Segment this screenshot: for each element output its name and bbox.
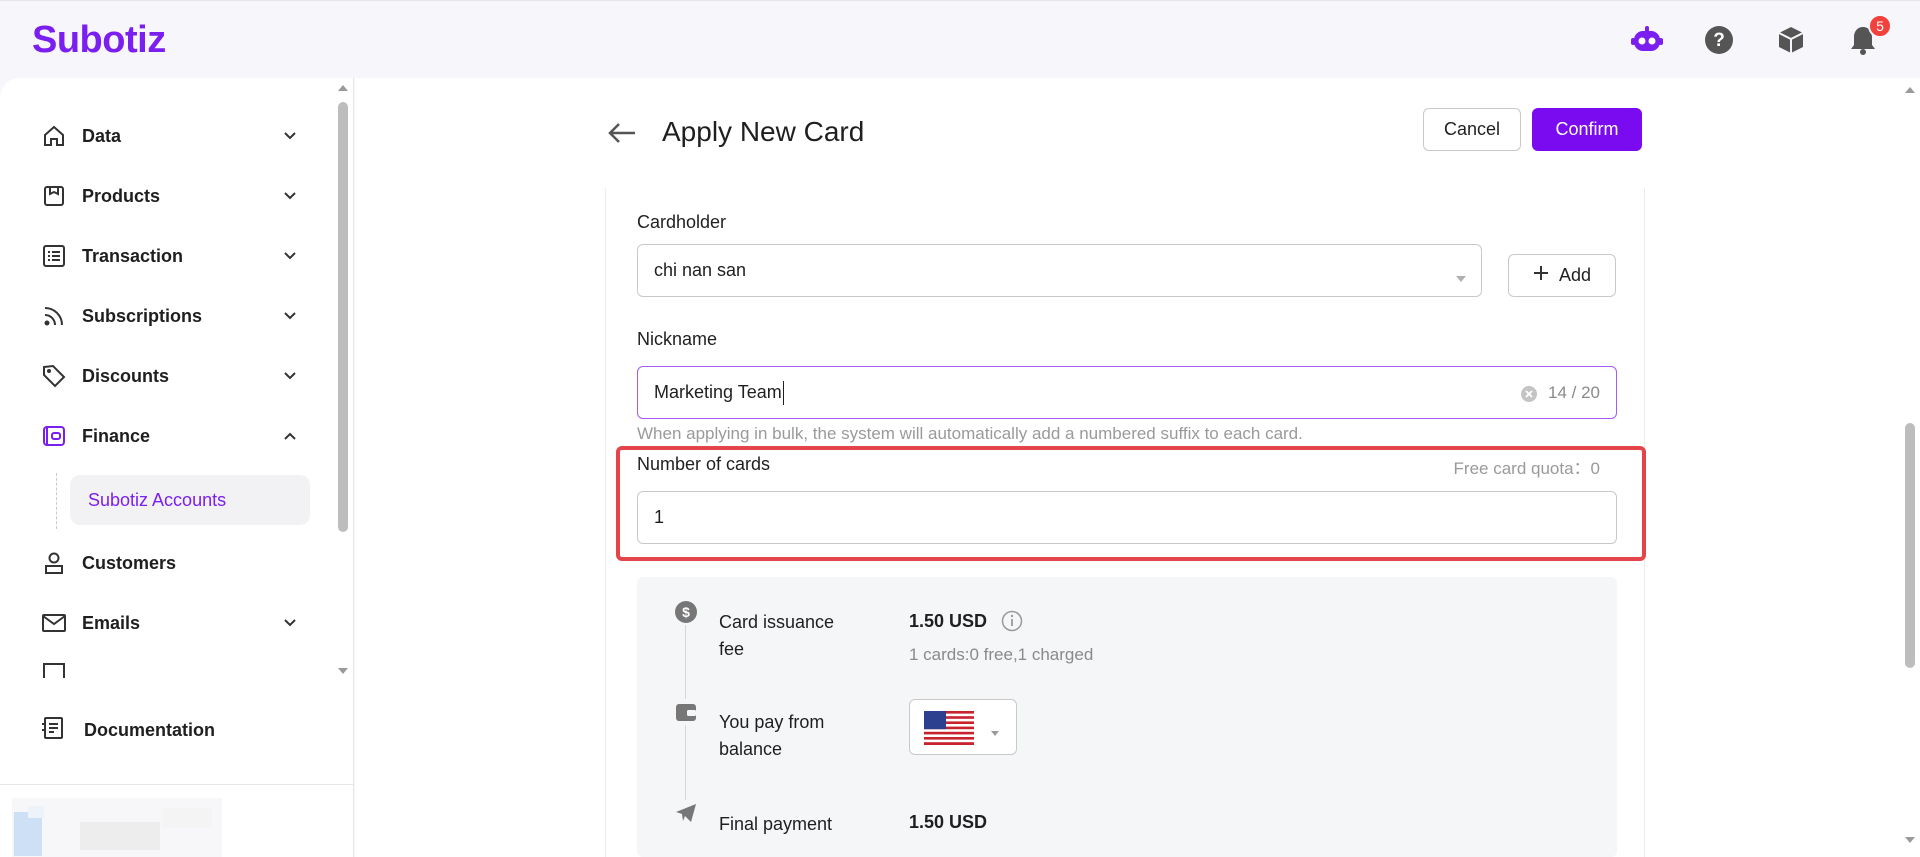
sidebar-item-data[interactable]: Data bbox=[40, 116, 300, 156]
calendar-icon bbox=[40, 663, 68, 678]
nickname-value: Marketing Team bbox=[654, 382, 782, 402]
fee-summary: $ Card issuance fee 1.50 USD 1 cards:0 f… bbox=[637, 577, 1617, 857]
main-scrollbar[interactable] bbox=[1900, 78, 1920, 857]
sidebar-divider bbox=[0, 784, 354, 785]
tree-connector bbox=[56, 473, 57, 529]
chevron-down-icon bbox=[280, 186, 300, 206]
plus-icon bbox=[1533, 265, 1549, 286]
sidebar-scroll-thumb[interactable] bbox=[338, 102, 348, 532]
rss-icon bbox=[40, 302, 68, 330]
sidebar-item-transaction[interactable]: Transaction bbox=[40, 236, 300, 276]
cardholder-label: Cardholder bbox=[637, 212, 727, 232]
free-card-quota: Free card quota：0 bbox=[1453, 459, 1600, 478]
app-logo[interactable]: Subotiz bbox=[32, 19, 166, 62]
chevron-down-icon bbox=[280, 126, 300, 146]
cardholder-select[interactable]: chi nan san bbox=[637, 244, 1482, 297]
caret-down-icon bbox=[990, 724, 1000, 742]
main-scroll-thumb[interactable] bbox=[1905, 423, 1915, 668]
bell-icon[interactable]: 5 bbox=[1846, 14, 1892, 57]
sidebar-item-label: Finance bbox=[82, 425, 151, 446]
header-actions: ? 5 bbox=[1630, 14, 1892, 57]
issuance-fee-value: 1.50 USD bbox=[909, 611, 988, 631]
sidebar-item-documentation[interactable]: Documentation bbox=[40, 710, 215, 750]
apply-card-form: Cardholder chi nan san Add Nickname Mark… bbox=[605, 188, 1646, 857]
user-icon bbox=[40, 549, 68, 577]
final-payment-value: 1.50 USD bbox=[909, 812, 988, 832]
documentation-label: Documentation bbox=[84, 719, 216, 740]
send-icon bbox=[673, 800, 699, 826]
document-icon bbox=[40, 715, 66, 746]
add-cardholder-button[interactable]: Add bbox=[1508, 254, 1616, 297]
sidebar-item-label: Emails bbox=[82, 612, 141, 633]
number-of-cards-value: 1 bbox=[654, 507, 665, 527]
sidebar-item-discounts[interactable]: Discounts bbox=[40, 356, 300, 396]
wallet-icon bbox=[673, 699, 699, 725]
avatar[interactable] bbox=[12, 798, 222, 857]
sidebar-subitem-subotiz-accounts[interactable]: Subotiz Accounts bbox=[70, 475, 310, 525]
info-icon[interactable] bbox=[1001, 610, 1023, 637]
chevron-down-icon bbox=[280, 246, 300, 266]
number-of-cards-label: Number of cards bbox=[637, 454, 771, 474]
page-header: Apply New Card Cancel Confirm bbox=[605, 108, 1645, 158]
dollar-coin-icon: $ bbox=[673, 599, 699, 625]
list-icon bbox=[40, 242, 68, 270]
issuance-fee-label: Card issuance fee bbox=[719, 612, 835, 659]
sidebar-item-subscriptions[interactable]: Subscriptions bbox=[40, 296, 300, 336]
us-flag-icon bbox=[924, 711, 974, 750]
cancel-button[interactable]: Cancel bbox=[1423, 108, 1521, 151]
nickname-label: Nickname bbox=[637, 329, 718, 349]
sidebar-item-customers[interactable]: Customers bbox=[40, 543, 300, 583]
help-icon[interactable]: ? bbox=[1702, 23, 1736, 57]
sidebar-item-emails[interactable]: Emails bbox=[40, 603, 300, 643]
svg-text:?: ? bbox=[1713, 30, 1725, 51]
confirm-button[interactable]: Confirm bbox=[1532, 108, 1642, 151]
caret-down-icon bbox=[1455, 267, 1467, 288]
cardholder-value: chi nan san bbox=[654, 260, 747, 280]
sidebar: Data Products Transaction Subscriptions … bbox=[0, 78, 354, 857]
nickname-input[interactable]: Marketing Team 14 / 20 bbox=[637, 366, 1617, 419]
nickname-hint: When applying in bulk, the system will a… bbox=[637, 424, 1303, 443]
chevron-down-icon bbox=[280, 366, 300, 386]
text-caret bbox=[782, 380, 784, 405]
add-label: Add bbox=[1558, 265, 1592, 285]
page-title: Apply New Card bbox=[662, 116, 865, 147]
store-icon bbox=[40, 182, 68, 210]
sidebar-item-label: Customers bbox=[82, 552, 177, 573]
number-of-cards-input[interactable]: 1 bbox=[637, 491, 1617, 544]
sidebar-item-label: Data bbox=[82, 125, 122, 146]
sidebar-item-label: Transaction bbox=[82, 245, 184, 266]
nickname-char-count: 14 / 20 bbox=[1548, 383, 1600, 402]
sidebar-item-products[interactable]: Products bbox=[40, 176, 300, 216]
sidebar-item-label: Discounts bbox=[82, 365, 170, 386]
chevron-up-icon bbox=[280, 426, 300, 446]
assistant-bot-icon[interactable] bbox=[1630, 23, 1664, 57]
clear-icon[interactable] bbox=[1520, 385, 1538, 408]
sidebar-item-partial[interactable] bbox=[40, 663, 300, 678]
sidebar-nav: Data Products Transaction Subscriptions … bbox=[0, 78, 330, 678]
notification-badge: 5 bbox=[1868, 14, 1892, 38]
wallet-icon bbox=[40, 422, 68, 450]
mail-icon bbox=[40, 609, 68, 637]
chevron-down-icon bbox=[280, 613, 300, 633]
balance-currency-select[interactable] bbox=[909, 699, 1017, 755]
sidebar-scrollbar[interactable] bbox=[336, 82, 350, 682]
pay-from-balance-label: You pay from balance bbox=[719, 712, 825, 759]
svg-text:$: $ bbox=[682, 604, 690, 620]
chevron-down-icon bbox=[280, 306, 300, 326]
home-icon bbox=[40, 122, 68, 150]
tag-icon bbox=[40, 362, 68, 390]
sidebar-item-finance[interactable]: Finance bbox=[40, 416, 300, 456]
package-icon[interactable] bbox=[1774, 23, 1808, 57]
sidebar-item-label: Subscriptions bbox=[82, 305, 203, 326]
back-arrow-icon[interactable] bbox=[605, 118, 639, 148]
final-payment-label: Final payment bbox=[719, 814, 833, 834]
issuance-fee-detail: 1 cards:0 free,1 charged bbox=[909, 645, 1094, 664]
main-content: Apply New Card Cancel Confirm Cardholder… bbox=[355, 78, 1900, 857]
top-header: Subotiz ? 5 bbox=[0, 0, 1920, 78]
sidebar-item-label: Products bbox=[82, 185, 161, 206]
